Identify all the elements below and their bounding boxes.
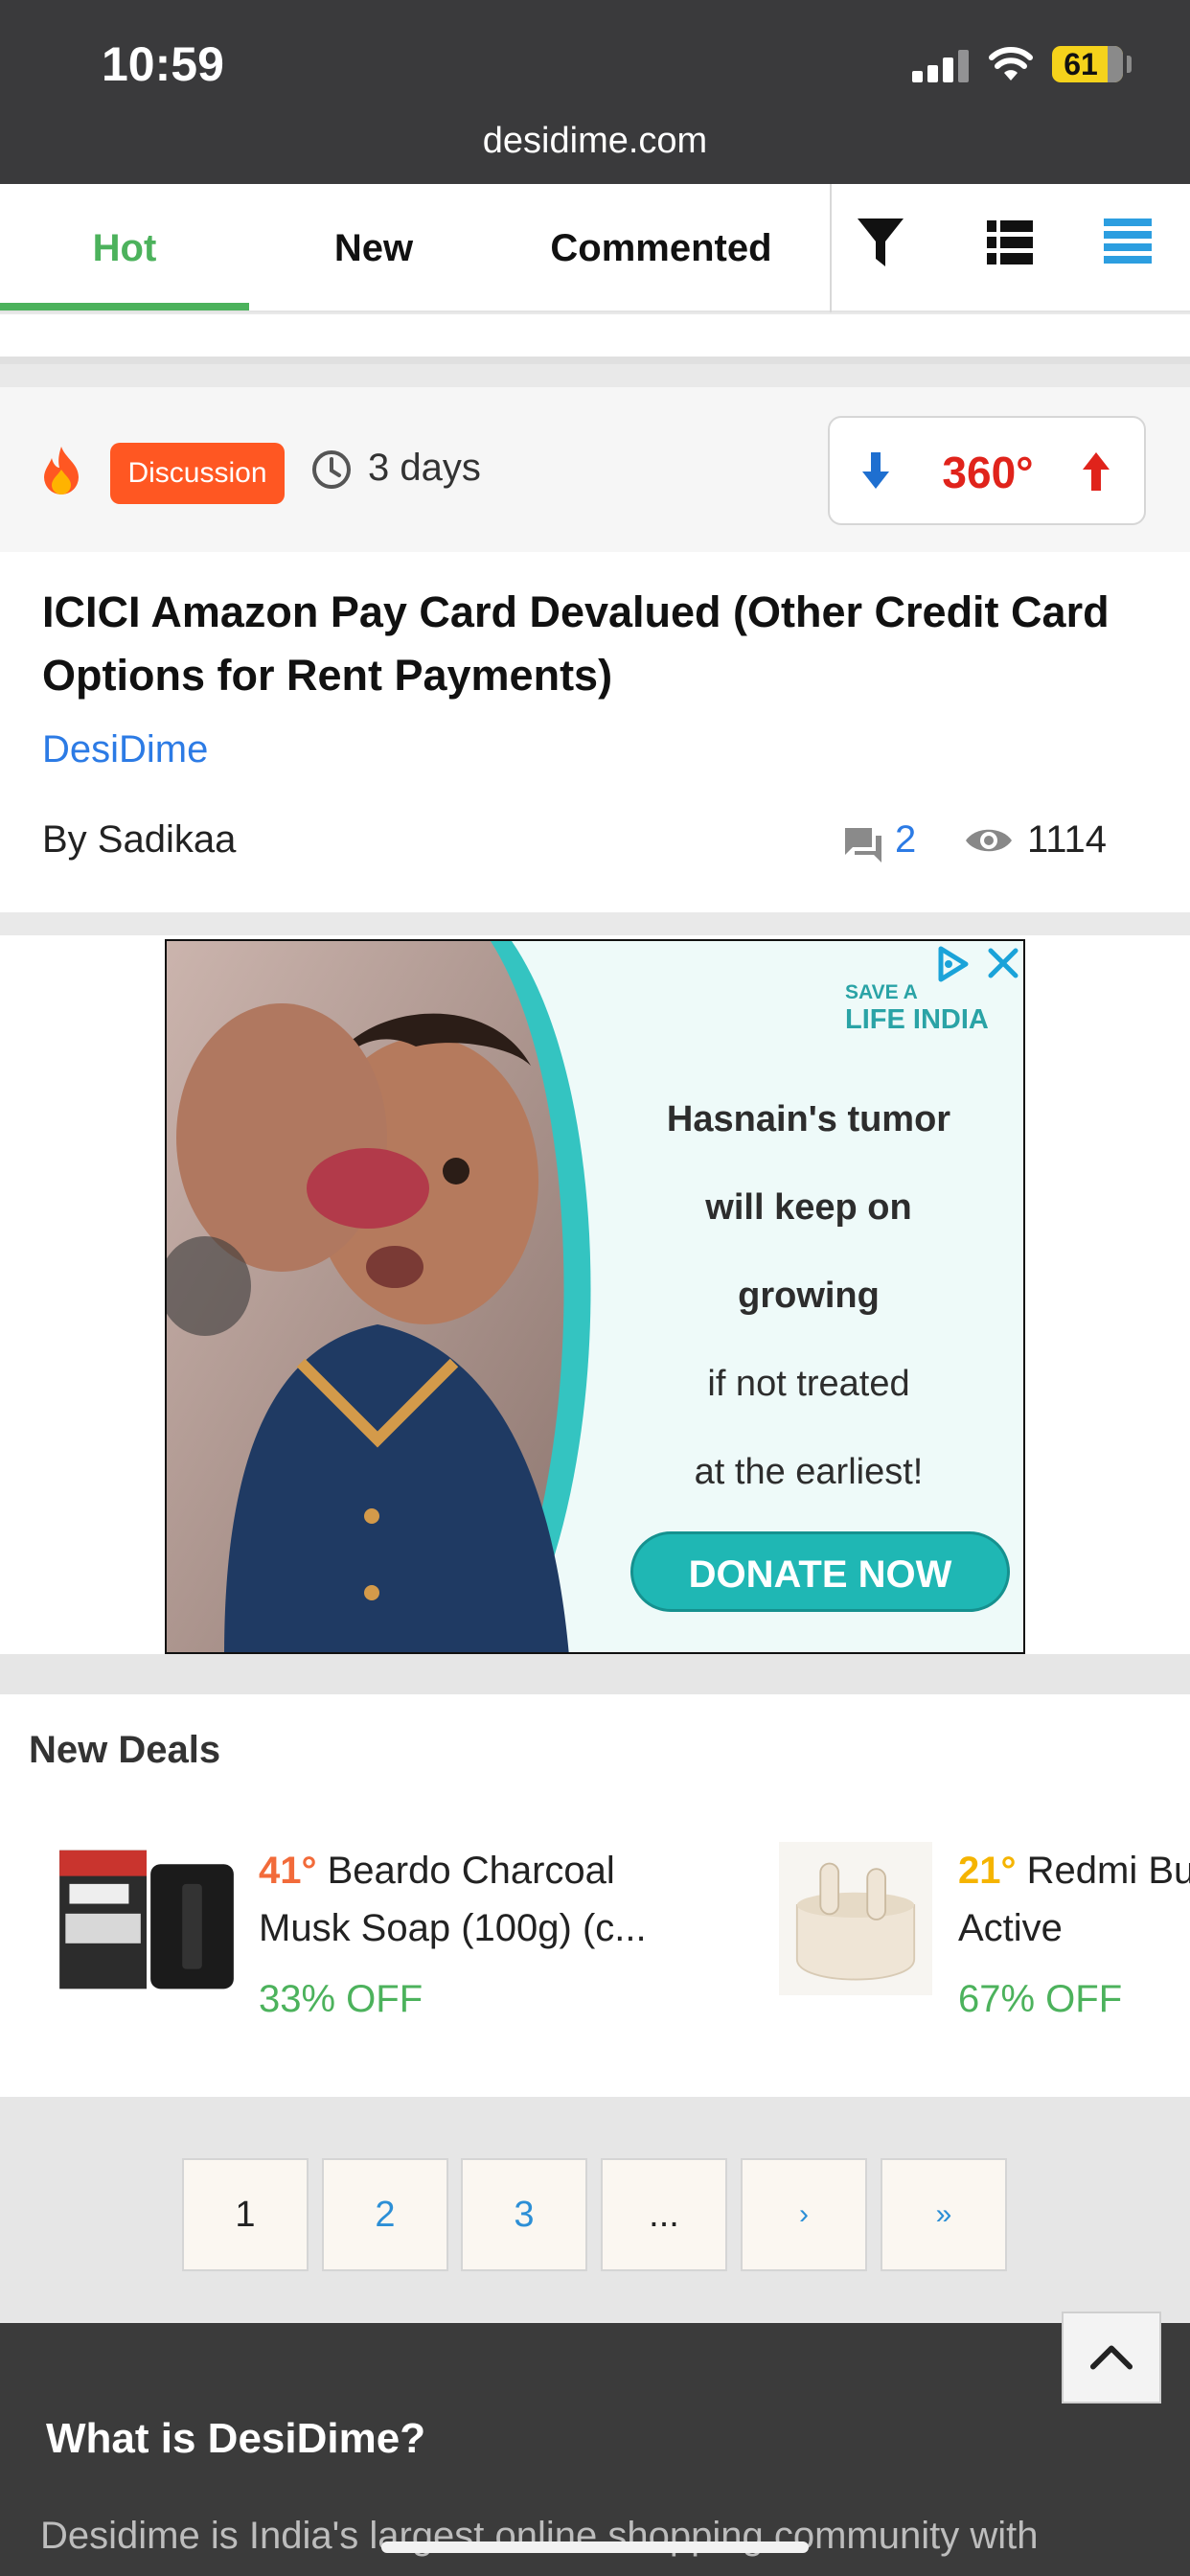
next-page-button[interactable]: › <box>741 2158 867 2271</box>
address-bar-url[interactable]: desidime.com <box>0 121 1190 162</box>
tab-commented[interactable]: Commented <box>517 184 805 312</box>
deal-thumbnail <box>779 1842 932 1995</box>
vote-box: 360° <box>828 416 1146 525</box>
fire-icon <box>44 447 79 494</box>
tab-hot[interactable]: Hot <box>0 184 249 312</box>
battery-icon: 61 <box>1052 46 1123 82</box>
deal-info: 21° Redmi Bu Active 67% OFF <box>958 1842 1190 2028</box>
ad-line: at the earliest! <box>694 1452 924 1492</box>
new-deals-heading: New Deals <box>29 1729 221 1771</box>
pagination: 1 2 3 ... › » <box>0 2097 1190 2321</box>
menu-icon[interactable] <box>1104 218 1152 264</box>
deal-name-cont: Musk Soap (100g) (c... <box>259 1907 647 1949</box>
comment-count[interactable]: 2 <box>895 818 916 862</box>
ad-line: Hasnain's tumor <box>666 1099 951 1139</box>
wifi-icon <box>989 47 1033 80</box>
discussion-card[interactable]: Discussion 3 days 360° ICICI Amazon Pay … <box>0 387 1190 912</box>
ad-line: will keep on <box>705 1187 912 1228</box>
deal-name: Redmi Bu <box>1026 1850 1190 1892</box>
discussion-badge[interactable]: Discussion <box>110 443 285 504</box>
deal-temperature: 360° <box>942 448 1034 497</box>
deal-info: 41° Beardo Charcoal Musk Soap (100g) (c.… <box>259 1842 647 2028</box>
donate-button[interactable]: DONATE NOW <box>630 1531 1010 1612</box>
deal-discount: 67% OFF <box>958 1978 1123 2020</box>
scroll-to-top-button[interactable] <box>1062 2312 1161 2404</box>
deal-discount: 33% OFF <box>259 1978 423 2020</box>
deal-name: Beardo Charcoal <box>327 1850 615 1892</box>
downvote-icon[interactable] <box>860 452 891 491</box>
previous-card-edge <box>0 314 1190 364</box>
ad-choices-icon[interactable] <box>933 945 972 983</box>
upvote-icon[interactable] <box>1081 452 1111 491</box>
tab-new[interactable]: New <box>249 184 498 312</box>
battery-nub <box>1127 56 1132 73</box>
clock-icon <box>312 450 351 489</box>
ad-section: SAVE A LIFE INDIA Hasnain's tumor will k… <box>0 935 1190 1654</box>
footer: What is DesiDime? Desidime is India's la… <box>0 2312 1190 2576</box>
filter-icon[interactable] <box>856 217 905 270</box>
ad-close-icon[interactable] <box>983 943 1023 983</box>
ad-brand-line1: SAVE A <box>845 981 918 1003</box>
status-bar: 10:59 61 desidime.com <box>0 0 1190 184</box>
ad-brand-logo: SAVE A LIFE INDIA <box>845 981 989 1036</box>
deal-temperature: 21° <box>958 1850 1017 1892</box>
last-page-button[interactable]: » <box>881 2158 1007 2271</box>
tab-bar: Hot New Commented <box>0 184 1190 312</box>
status-time: 10:59 <box>102 37 224 91</box>
store-link[interactable]: DesiDime <box>42 728 208 771</box>
ad-brand-line2: LIFE INDIA <box>845 1004 989 1035</box>
deal-thumbnail <box>59 1850 234 1990</box>
home-indicator <box>381 2542 809 2553</box>
eye-icon <box>966 829 1012 852</box>
post-author[interactable]: By Sadikaa <box>42 818 236 862</box>
ad-message: Hasnain's tumor will keep on growing if … <box>617 1075 1000 1516</box>
post-age: 3 days <box>368 447 481 489</box>
list-view-icon[interactable] <box>987 220 1033 264</box>
page-3-button[interactable]: 3 <box>461 2158 587 2271</box>
new-deals-section: New Deals 41° Beardo Charcoal Musk Soap … <box>0 1694 1190 2097</box>
comment-icon <box>845 828 881 862</box>
ad-line: if not treated <box>707 1364 910 1404</box>
nav-divider <box>830 184 832 312</box>
post-title[interactable]: ICICI Amazon Pay Card Devalued (Other Cr… <box>42 581 1144 707</box>
page-ellipsis: ... <box>601 2158 727 2271</box>
view-count: 1114 <box>1027 818 1108 861</box>
card-header: Discussion 3 days 360° <box>0 387 1190 552</box>
deal-name-cont: Active <box>958 1907 1063 1949</box>
section-spacer <box>0 1654 1190 1694</box>
page-1-button[interactable]: 1 <box>182 2158 309 2271</box>
page-2-button[interactable]: 2 <box>322 2158 448 2271</box>
advertisement-banner[interactable]: SAVE A LIFE INDIA Hasnain's tumor will k… <box>165 939 1025 1654</box>
footer-heading: What is DesiDime? <box>46 2415 426 2462</box>
cellular-signal-icon <box>912 50 970 82</box>
ad-line: growing <box>738 1276 880 1316</box>
deal-temperature: 41° <box>259 1850 317 1892</box>
active-tab-indicator <box>0 303 249 310</box>
